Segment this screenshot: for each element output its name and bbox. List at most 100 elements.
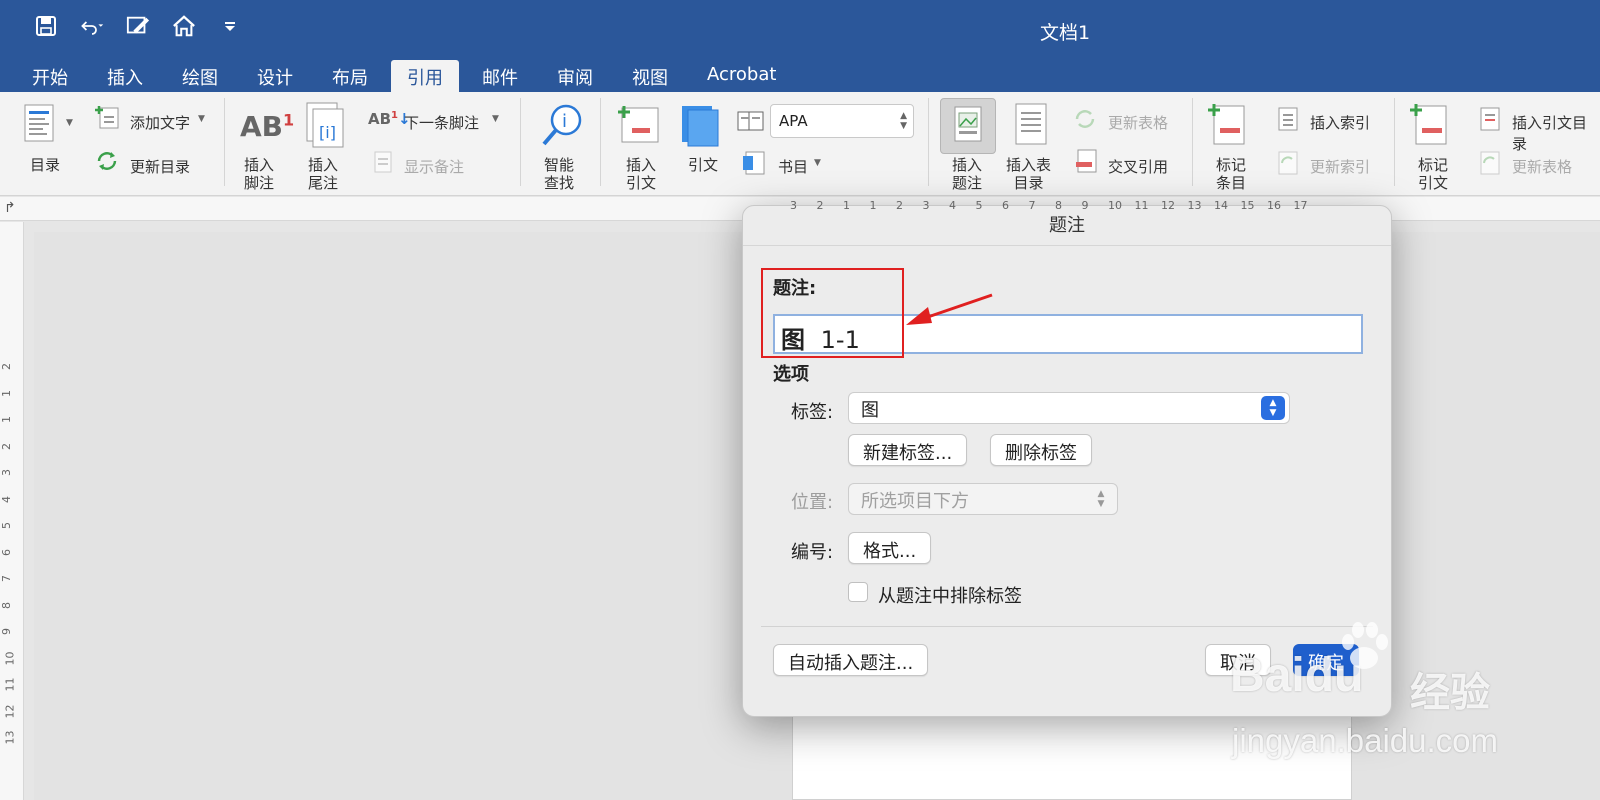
- update-toa-icon: [1480, 151, 1500, 175]
- insert-caption-label[interactable]: 插入 题注: [952, 156, 982, 192]
- smart-lookup-icon[interactable]: i: [540, 102, 584, 148]
- ruler-h-number: 3: [922, 199, 930, 212]
- tab-view[interactable]: 视图: [616, 60, 684, 92]
- ruler-h-number: 3: [790, 199, 797, 212]
- manage-sources-icon[interactable]: [736, 108, 766, 136]
- stepper-icon: ▲ ▼: [900, 111, 907, 131]
- group-separator: [1192, 98, 1193, 186]
- options-heading: 选项: [773, 364, 809, 385]
- update-toc-label[interactable]: 更新目录: [130, 156, 190, 177]
- insert-toa-icon[interactable]: [1478, 106, 1502, 132]
- insert-caption-icon: [954, 106, 982, 142]
- insert-citation-label[interactable]: 插入 引文: [626, 156, 656, 192]
- insert-citation-icon[interactable]: [616, 102, 664, 148]
- tab-references[interactable]: 引用: [391, 60, 459, 92]
- citations-icon[interactable]: [680, 104, 726, 148]
- autocaption-button[interactable]: 自动插入题注...: [773, 644, 929, 676]
- toc-label[interactable]: 目录: [30, 154, 60, 175]
- citation-style-select[interactable]: APA ▲ ▼: [770, 104, 914, 138]
- format-button[interactable]: 格式...: [848, 532, 932, 564]
- next-footnote-dropdown-icon[interactable]: ▼: [492, 114, 499, 124]
- ruler-h-number: 16: [1267, 199, 1281, 212]
- update-table-icon: [1075, 110, 1095, 128]
- ruler-h-number: 8: [1055, 199, 1062, 212]
- insert-index-label[interactable]: 插入索引: [1310, 112, 1370, 133]
- ruler-h-number: 13: [1187, 199, 1202, 212]
- insert-footnote-label[interactable]: 插入 脚注: [244, 156, 274, 192]
- update-table-label: 更新表格: [1108, 114, 1169, 132]
- ruler-h-number: 11: [1134, 199, 1149, 212]
- toc-dropdown-icon[interactable]: ▼: [66, 118, 73, 128]
- delete-label-button[interactable]: 删除标签: [990, 434, 1092, 466]
- mark-citation-icon[interactable]: [1408, 102, 1452, 148]
- add-text-icon[interactable]: [94, 104, 120, 130]
- ruler-h-number: 15: [1240, 199, 1255, 212]
- insert-endnote-label[interactable]: 插入 尾注: [308, 156, 338, 192]
- insert-tof-label[interactable]: 插入表 目录: [1006, 156, 1051, 192]
- exclude-label-text[interactable]: 从题注中排除标签: [878, 582, 1022, 608]
- tab-review[interactable]: 审阅: [541, 60, 609, 92]
- bibliography-dropdown-icon[interactable]: ▼: [814, 158, 821, 168]
- tab-home[interactable]: 开始: [16, 60, 84, 92]
- add-text-label[interactable]: 添加文字: [130, 112, 190, 133]
- new-label-button[interactable]: 新建标签...: [848, 434, 968, 466]
- ruler-v-number: 1: [0, 389, 13, 397]
- bibliography-label[interactable]: 书目: [778, 156, 808, 177]
- mark-entry-icon[interactable]: [1206, 102, 1250, 148]
- citations-label[interactable]: 引文: [688, 154, 718, 175]
- ruler-v-number: 7: [0, 575, 13, 582]
- cross-reference-icon[interactable]: [1074, 148, 1100, 176]
- insert-toa-label[interactable]: 插入引文目录: [1512, 112, 1600, 154]
- mark-entry-label[interactable]: 标记 条目: [1216, 156, 1246, 192]
- insert-index-icon[interactable]: [1276, 106, 1300, 132]
- ruler-v-number: 2: [0, 363, 13, 370]
- tab-mailings[interactable]: 邮件: [466, 60, 534, 92]
- ruler-h-number: 7: [1028, 199, 1036, 212]
- ruler-v-number: 2: [0, 442, 13, 450]
- ruler-h-number: 9: [1081, 199, 1089, 212]
- ruler-h-number: 2: [816, 199, 824, 212]
- position-select-value: 所选项目下方: [861, 491, 969, 512]
- tab-design[interactable]: 设计: [241, 60, 309, 92]
- position-field-label: 位置:: [791, 492, 834, 513]
- caption-value-number: 1-1: [820, 326, 860, 354]
- annotation-arrow-icon: [906, 293, 993, 325]
- insert-footnote-icon[interactable]: AB1: [240, 110, 294, 143]
- dialog-title: 题注: [743, 206, 1391, 246]
- mark-citation-label[interactable]: 标记 引文: [1418, 156, 1448, 192]
- tab-insert[interactable]: 插入: [91, 60, 159, 92]
- ruler-v-number: 8: [0, 601, 13, 609]
- caption-input[interactable]: 图 1-1: [773, 314, 1363, 354]
- insert-caption-highlight[interactable]: [940, 98, 996, 154]
- ruler-v-number: 4: [0, 495, 13, 503]
- tab-acrobat[interactable]: Acrobat: [691, 60, 792, 92]
- label-select[interactable]: 图 ▲ ▼: [848, 392, 1290, 424]
- update-toc-icon[interactable]: [94, 148, 120, 174]
- select-stepper-icon: ▲ ▼: [1097, 489, 1105, 509]
- ruler-v-number: 1: [0, 416, 13, 423]
- group-separator: [224, 98, 225, 186]
- ruler-v-number: 5: [0, 522, 13, 529]
- add-text-dropdown-icon[interactable]: ▼: [198, 114, 205, 124]
- document-title: 文档1: [1039, 22, 1091, 44]
- insert-tof-icon[interactable]: [1012, 102, 1050, 148]
- tab-layout[interactable]: 布局: [316, 60, 384, 92]
- ruler-h-number: 17: [1293, 199, 1308, 212]
- exclude-label-checkbox[interactable]: [848, 582, 868, 602]
- cross-reference-label[interactable]: 交叉引用: [1108, 156, 1168, 177]
- ruler-h-number: 1: [869, 199, 877, 212]
- smart-lookup-label[interactable]: 智能 查找: [544, 156, 574, 192]
- next-footnote-label[interactable]: 下一条脚注: [404, 112, 479, 133]
- tab-stop-icon[interactable]: ↱: [4, 200, 16, 216]
- numbering-field-label: 编号:: [791, 542, 834, 563]
- tab-draw[interactable]: 绘图: [166, 60, 234, 92]
- insert-endnote-icon[interactable]: [i]: [306, 102, 348, 148]
- group-separator: [1394, 98, 1395, 186]
- toc-icon[interactable]: [24, 104, 58, 144]
- show-notes-icon: [374, 151, 392, 173]
- caption-label: 题注:: [773, 278, 817, 299]
- ribbon-tabs: 开始 插入 绘图 设计 布局 引用 邮件 审阅 视图 Acrobat: [16, 60, 799, 92]
- bibliography-icon[interactable]: [742, 150, 768, 178]
- ruler-h-number: 12: [1161, 199, 1175, 212]
- label-select-value: 图: [861, 400, 879, 421]
